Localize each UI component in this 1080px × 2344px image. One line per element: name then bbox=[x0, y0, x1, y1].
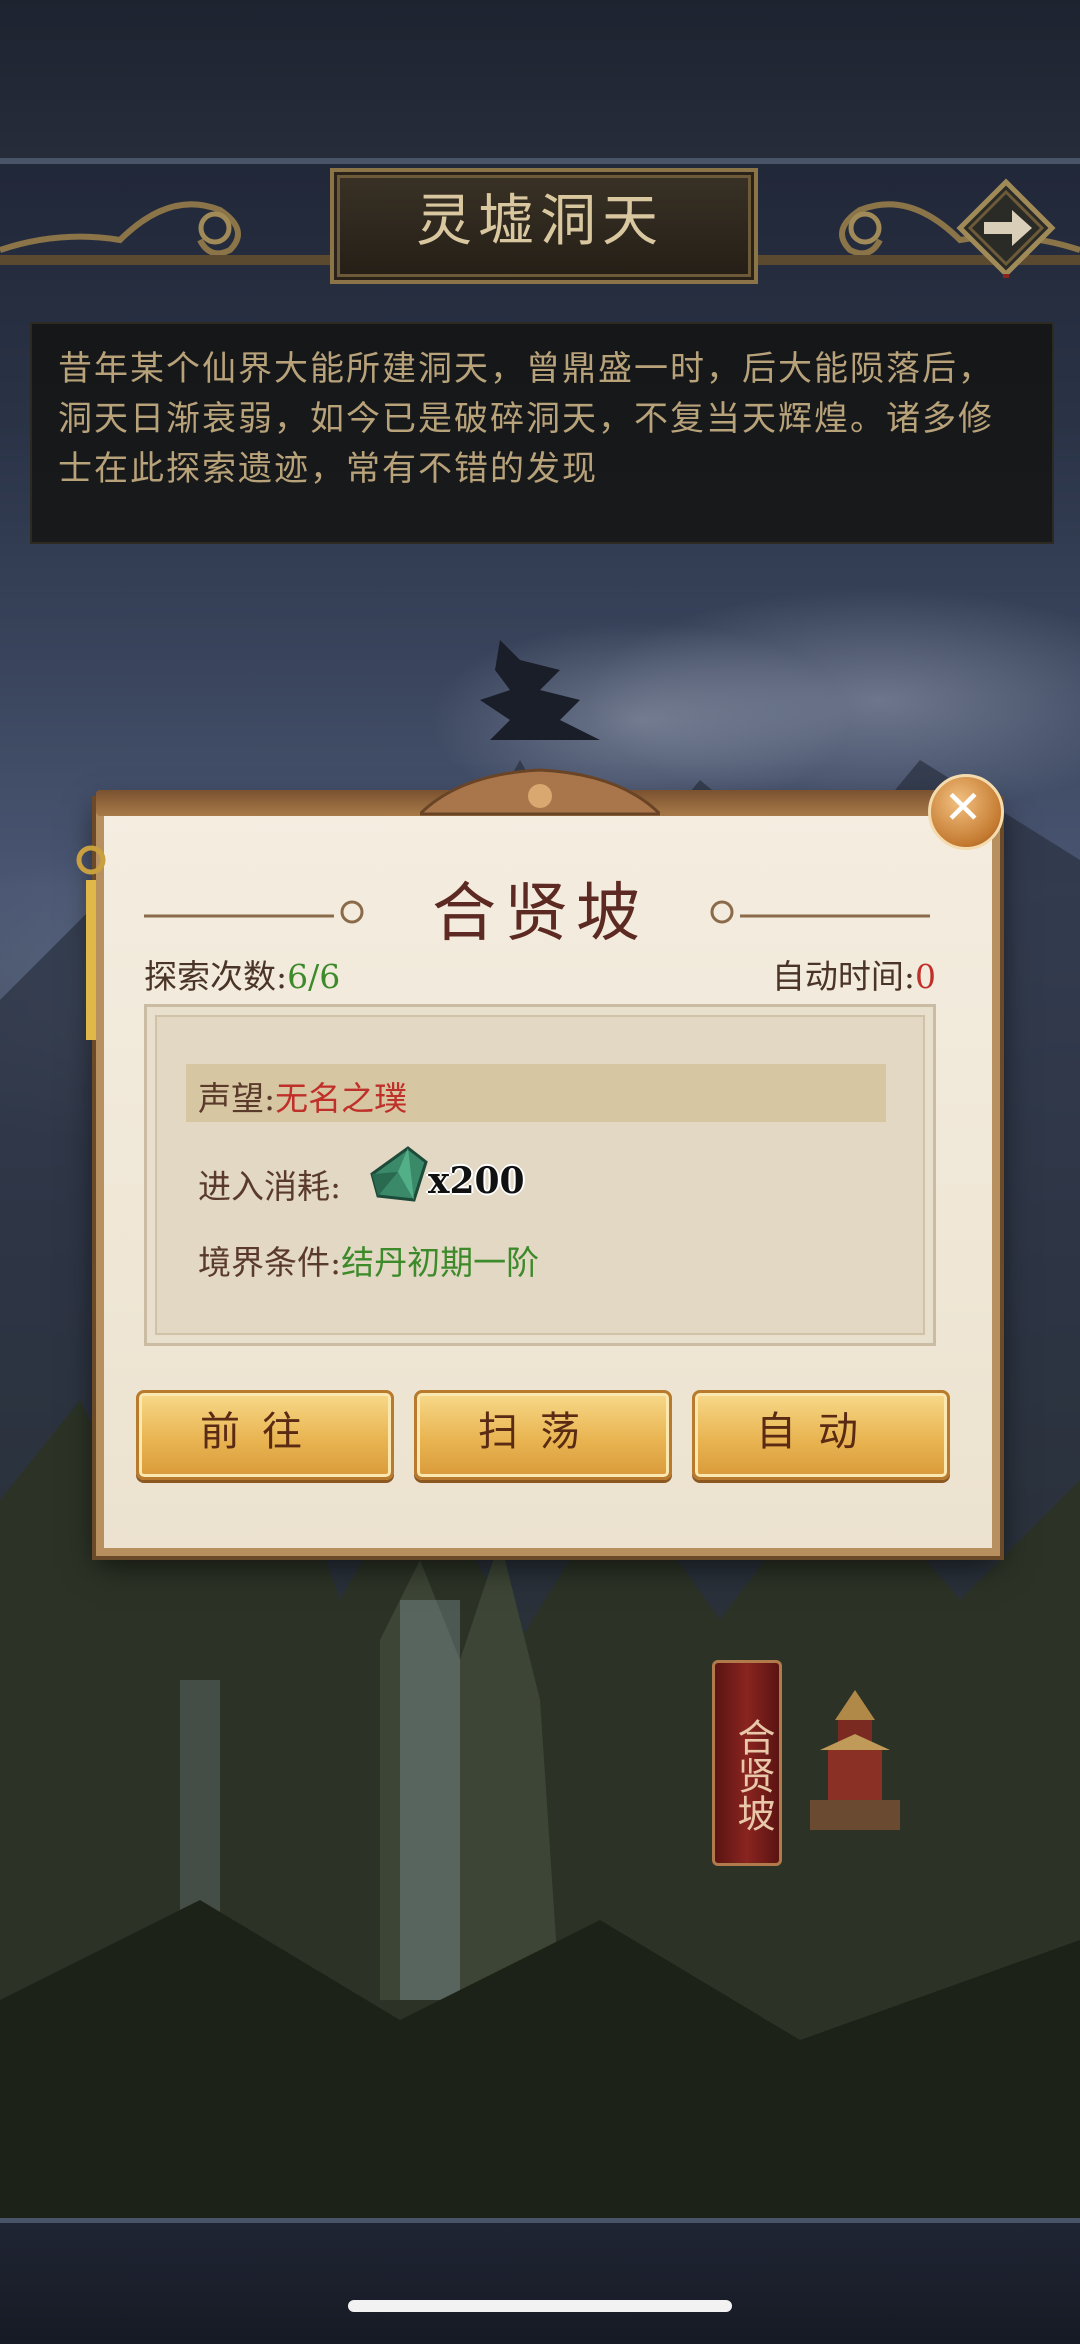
gem-icon[interactable] bbox=[368, 1144, 430, 1206]
auto-time-label: 自动时间: bbox=[771, 957, 915, 996]
auto-time-value: 0 bbox=[915, 957, 936, 996]
location-title: 灵墟洞天 bbox=[416, 189, 664, 254]
title-rule-right bbox=[710, 900, 930, 924]
go-button-label: 前往 bbox=[200, 1409, 324, 1455]
title-rule-left bbox=[144, 900, 364, 924]
auto-time: 自动时间:0 bbox=[772, 950, 936, 998]
top-bar bbox=[0, 0, 1080, 164]
realm-requirement: 境界条件:结丹初期一阶 bbox=[198, 1236, 539, 1284]
title-ornament-left bbox=[0, 201, 340, 265]
bottom-bar bbox=[0, 2218, 1080, 2344]
explore-count-value: 6/6 bbox=[287, 957, 341, 996]
arrow-right-icon[interactable] bbox=[956, 178, 1056, 278]
entry-cost-quantity: x200 bbox=[428, 1160, 525, 1202]
sweep-button-label: 扫荡 bbox=[478, 1409, 602, 1455]
close-icon[interactable]: ✕ bbox=[928, 774, 998, 844]
location-description: 昔年某个仙界大能所建洞天，曾鼎盛一时，后大能陨落后，洞天日渐衰弱，如今已是破碎洞… bbox=[58, 349, 994, 489]
explore-count: 探索次数:6/6 bbox=[144, 950, 340, 998]
map-marker-label: 合贤坡 bbox=[731, 1718, 775, 1832]
pagoda-icon[interactable] bbox=[800, 1690, 910, 1840]
reputation: 声望:无名之璞 bbox=[198, 1072, 407, 1120]
home-indicator[interactable] bbox=[348, 2300, 732, 2312]
reputation-label: 声望: bbox=[198, 1079, 276, 1118]
reputation-value: 无名之璞 bbox=[275, 1079, 408, 1118]
explore-count-label: 探索次数: bbox=[144, 957, 288, 996]
dialog-crest-ornament bbox=[420, 768, 660, 816]
realm-label: 境界条件: bbox=[198, 1243, 342, 1282]
entry-cost-label: 进入消耗: bbox=[198, 1167, 342, 1206]
auto-button-label: 自动 bbox=[756, 1409, 880, 1455]
realm-value: 结丹初期一阶 bbox=[341, 1243, 540, 1282]
